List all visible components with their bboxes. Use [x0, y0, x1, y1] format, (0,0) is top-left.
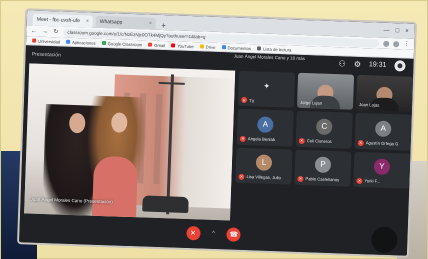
- participant-tile[interactable]: L ✕ Lisa Villegas, Julio: [235, 147, 293, 185]
- meet-top-icons: ⚇ ⚙ 19:31: [338, 58, 406, 72]
- window-close-icon[interactable]: ×: [405, 28, 409, 34]
- mic-off-icon: ✕: [238, 173, 245, 180]
- participant-tile[interactable]: Y ✕ Yorki F...: [353, 151, 411, 189]
- participant-tile[interactable]: A ✕ Angela Benlab: [236, 108, 294, 147]
- activities-icon[interactable]: ⚙: [354, 60, 361, 69]
- tab-label: Meet - fbc-uvsh-ufe: [36, 16, 81, 25]
- participant-name-row: ✕ Agustín Ortega G: [357, 139, 399, 147]
- participant-avatar: A: [257, 116, 274, 133]
- participant-tile[interactable]: A ✕ Agustín Ortega G: [354, 113, 412, 151]
- participant-name-row: Jorge Lujan: [300, 100, 323, 106]
- mic-toggle-button[interactable]: ✕: [185, 225, 201, 241]
- bookmark-favicon-icon: [101, 40, 106, 46]
- mic-off-icon: ✕: [189, 230, 197, 238]
- bookmark-favicon-icon: [199, 44, 204, 49]
- bookmark-item[interactable]: Google Classroom: [101, 40, 142, 47]
- participant-grid: ✦ ✕ Tú Jorge Lujan Joan Lojas A ✕ Angela…: [234, 70, 414, 227]
- mic-off-icon: ✕: [357, 139, 364, 146]
- participant-tile[interactable]: ✦ ✕ Tú: [237, 70, 296, 108]
- window-controls: — □ ×: [383, 23, 415, 39]
- phone-hangup-icon: ☎: [229, 231, 239, 239]
- maximize-icon[interactable]: □: [395, 28, 399, 34]
- mic-off-icon: ✕: [241, 97, 248, 104]
- bookmark-favicon-icon: [32, 38, 37, 43]
- reload-icon[interactable]: ↻: [52, 28, 59, 35]
- bookmark-item[interactable]: Aplicaciones: [66, 39, 96, 45]
- photo-frame: Meet - fbc-uvsh-ufe × Whatsapp × + — □ ×…: [0, 0, 428, 259]
- video-car: [142, 195, 189, 214]
- participant-name-row: ✕ Tú: [241, 97, 255, 104]
- participant-tile[interactable]: C ✕ Celi Cisneros: [295, 111, 353, 149]
- bookmark-item[interactable]: Documentos: [221, 45, 251, 51]
- new-tab-button[interactable]: +: [159, 21, 169, 30]
- mic-off-icon: ✕: [297, 175, 304, 182]
- bookmark-item[interactable]: Gmail: [148, 42, 165, 48]
- meet-app: Presentación Juan Ángel Morales Cano y 1…: [19, 45, 414, 256]
- bookmark-item[interactable]: Drive: [199, 44, 216, 49]
- bookmark-item[interactable]: YouTube: [171, 43, 194, 49]
- person-icon: ✦: [263, 81, 271, 91]
- mic-off-icon: ✕: [239, 135, 246, 142]
- bookmark-favicon-icon: [256, 46, 262, 51]
- end-call-button[interactable]: ☎: [226, 227, 242, 242]
- participant-avatar: L: [255, 154, 273, 171]
- participant-tile[interactable]: Jorge Lujan: [296, 72, 355, 110]
- video-dress: [92, 155, 139, 218]
- avatar-dot: [397, 63, 403, 69]
- close-icon[interactable]: ×: [149, 21, 152, 27]
- mic-off-icon: ✕: [298, 137, 305, 144]
- participant-name-row: ✕ Angela Benlab: [239, 135, 276, 143]
- participant-name-row: Joan Lojas: [358, 102, 380, 108]
- participant-name-row: ✕ Lisa Villegas, Julio: [238, 173, 281, 181]
- participant-avatar: C: [316, 118, 333, 135]
- bookmark-favicon-icon: [148, 42, 153, 47]
- participant-name-row: ✕ Celi Cisneros: [298, 137, 332, 145]
- shared-video[interactable]: Juan Ángel Morales Cano (Presentación): [24, 63, 236, 221]
- mic-off-icon: ✕: [356, 177, 363, 184]
- bookmark-favicon-icon: [171, 43, 176, 48]
- forward-icon[interactable]: →: [41, 28, 48, 34]
- monitor-screen: Meet - fbc-uvsh-ufe × Whatsapp × + — □ ×…: [17, 8, 417, 258]
- bookmark-favicon-icon: [66, 39, 71, 44]
- account-avatar[interactable]: [394, 60, 406, 72]
- participant-tile[interactable]: P ✕ Pablo Castellanos: [294, 149, 352, 187]
- participant-tile[interactable]: Joan Lojas: [355, 74, 414, 113]
- bookmark-item[interactable]: Lista de lectura: [256, 46, 291, 52]
- building-window: [153, 93, 163, 185]
- participant-name-row: ✕ Yorki F...: [356, 177, 381, 184]
- participant-avatar: P: [314, 156, 332, 173]
- clock: 19:31: [368, 61, 387, 69]
- presenter-label: Presentación: [31, 51, 61, 59]
- tab-label: Whatsapp: [99, 18, 123, 26]
- minimize-icon[interactable]: —: [383, 27, 389, 33]
- participant-avatar: Y: [373, 158, 391, 175]
- back-icon[interactable]: ←: [30, 28, 37, 34]
- participant-name-row: ✕ Pablo Castellanos: [297, 175, 340, 183]
- menu-icon[interactable]: ⋮: [403, 40, 410, 47]
- people-icon[interactable]: ⚇: [338, 59, 345, 68]
- extension-icon[interactable]: [383, 40, 390, 47]
- more-options-icon[interactable]: ^: [212, 231, 215, 237]
- bookmark-item[interactable]: Universidad: [32, 38, 60, 44]
- bookmark-favicon-icon: [221, 45, 226, 50]
- close-icon[interactable]: ×: [86, 18, 89, 24]
- profile-icon[interactable]: [393, 40, 400, 47]
- participant-avatar: A: [374, 120, 392, 137]
